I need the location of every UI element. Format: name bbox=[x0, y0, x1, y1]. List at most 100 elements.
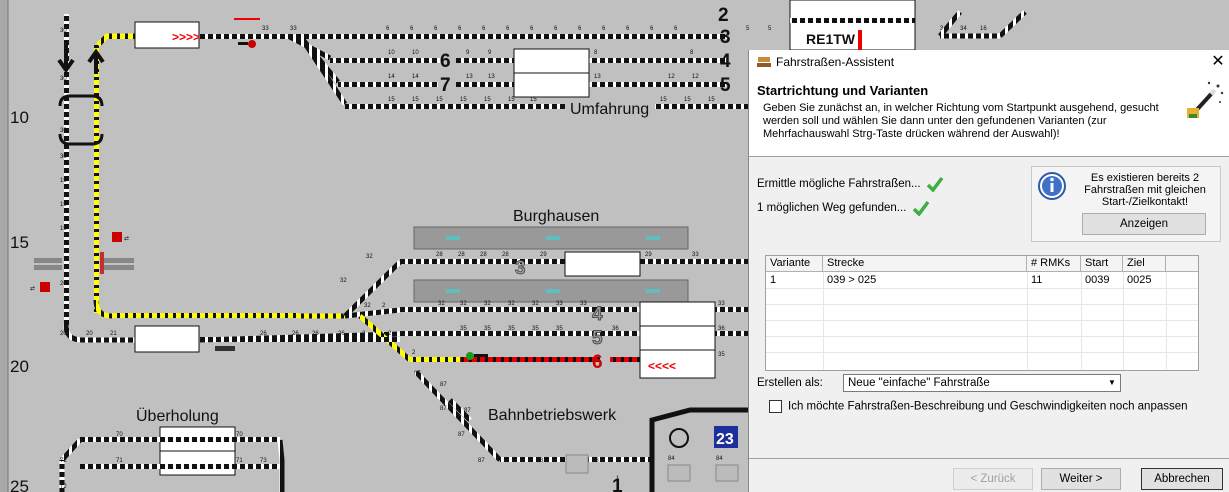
chevron-down-icon[interactable]: ▼ bbox=[1104, 375, 1120, 391]
svg-text:6: 6 bbox=[602, 26, 606, 32]
track-4-top bbox=[456, 58, 726, 63]
svg-text:26: 26 bbox=[260, 331, 267, 337]
column-header-rmks[interactable]: # RMKs bbox=[1027, 256, 1081, 271]
close-icon[interactable]: ✕ bbox=[1208, 52, 1228, 72]
svg-text:⇄: ⇄ bbox=[30, 285, 35, 292]
svg-text:15: 15 bbox=[684, 97, 691, 103]
column-header-variante[interactable]: Variante bbox=[766, 256, 823, 271]
svg-text:35: 35 bbox=[556, 326, 563, 332]
column-header-ziel[interactable]: Ziel bbox=[1123, 256, 1166, 271]
cell-rmks: 11 bbox=[1031, 274, 1043, 286]
track-number-2-top: 2 bbox=[718, 5, 729, 26]
svg-text:6: 6 bbox=[434, 26, 438, 32]
track-number-5-bh: 5 bbox=[592, 328, 603, 349]
badge-23-label: 23 bbox=[716, 431, 734, 448]
svg-text:87: 87 bbox=[440, 406, 447, 412]
back-button[interactable]: < Zurück bbox=[953, 468, 1033, 490]
customize-checkbox[interactable] bbox=[769, 400, 782, 413]
cell-strecke: 039 > 025 bbox=[827, 274, 877, 286]
info-icon bbox=[1038, 172, 1066, 200]
signal-green[interactable] bbox=[466, 352, 474, 360]
track-left-vertical-active bbox=[94, 45, 99, 313]
svg-text:33: 33 bbox=[556, 301, 563, 307]
magic-wand-icon bbox=[1187, 81, 1224, 118]
block-ueb-2[interactable] bbox=[159, 450, 236, 476]
svg-text:35: 35 bbox=[484, 326, 491, 332]
cell-variante: 1 bbox=[770, 274, 777, 286]
cell-ziel: 0025 bbox=[1127, 274, 1152, 286]
customize-checkbox-row[interactable]: Ich möchte Fahrstraßen-Beschreibung und … bbox=[769, 400, 1188, 413]
svg-text:70: 70 bbox=[116, 432, 123, 438]
block-row20[interactable] bbox=[134, 325, 200, 353]
create-as-value: Neue "einfache" Fahrstraße bbox=[848, 377, 990, 389]
svg-text:83: 83 bbox=[540, 458, 547, 464]
block-bh-1[interactable] bbox=[564, 251, 641, 277]
svg-text:34: 34 bbox=[960, 26, 967, 32]
signal-left-1[interactable] bbox=[112, 232, 122, 242]
svg-text:32: 32 bbox=[460, 301, 467, 307]
svg-text:6: 6 bbox=[458, 26, 462, 32]
svg-text:32: 32 bbox=[484, 301, 491, 307]
track-number-3-bh: 3 bbox=[515, 258, 526, 279]
cancel-button[interactable]: Abbrechen bbox=[1141, 468, 1223, 490]
block-bh-3[interactable] bbox=[639, 325, 716, 351]
track-3-top bbox=[288, 34, 728, 39]
svg-text:72: 72 bbox=[60, 458, 67, 464]
svg-text:72: 72 bbox=[60, 484, 67, 490]
svg-text:35: 35 bbox=[718, 352, 725, 358]
dialog-titlebar[interactable]: Fahrstraßen-Assistent ✕ bbox=[749, 50, 1229, 74]
svg-text:6: 6 bbox=[530, 26, 534, 32]
train-direction-left: <<<< bbox=[648, 359, 676, 373]
turntable-icon[interactable] bbox=[669, 428, 689, 448]
row-number-10: 10 bbox=[10, 108, 29, 127]
svg-text:28: 28 bbox=[502, 252, 509, 258]
cell-start: 0039 bbox=[1085, 274, 1110, 286]
svg-text:13: 13 bbox=[488, 74, 495, 80]
page-description: Geben Sie zunächst an, in welcher Richtu… bbox=[763, 102, 1159, 140]
svg-text:20: 20 bbox=[86, 331, 93, 337]
svg-text:14: 14 bbox=[388, 74, 395, 80]
svg-text:6: 6 bbox=[506, 26, 510, 32]
svg-text:87: 87 bbox=[464, 408, 471, 414]
block-bh-2[interactable] bbox=[639, 301, 716, 327]
dialog-title: Fahrstraßen-Assistent bbox=[776, 55, 895, 69]
app-icon bbox=[757, 57, 771, 67]
svg-text:20: 20 bbox=[60, 281, 67, 287]
track-number-5-top: 5 bbox=[720, 75, 731, 96]
svg-text:87: 87 bbox=[478, 458, 485, 464]
block-top-2[interactable] bbox=[513, 72, 590, 98]
svg-text:33: 33 bbox=[580, 301, 587, 307]
track-number-1-bottom: 1 bbox=[612, 476, 623, 492]
signal-top-red[interactable] bbox=[248, 40, 256, 48]
svg-text:19: 19 bbox=[60, 226, 67, 232]
svg-text:2: 2 bbox=[412, 350, 416, 356]
dialog-header: Startrichtung und Varianten Geben Sie zu… bbox=[749, 74, 1229, 157]
column-header-start[interactable]: Start bbox=[1081, 256, 1123, 271]
svg-text:28: 28 bbox=[436, 252, 443, 258]
block-top-1[interactable] bbox=[513, 48, 590, 74]
checkmark-icon bbox=[912, 200, 929, 216]
svg-text:71: 71 bbox=[236, 458, 243, 464]
footer-separator bbox=[749, 458, 1229, 459]
train-direction-right: >>>> bbox=[172, 30, 200, 44]
svg-text:15: 15 bbox=[436, 97, 443, 103]
svg-text:15: 15 bbox=[484, 97, 491, 103]
svg-text:16: 16 bbox=[980, 26, 987, 32]
create-as-select[interactable]: Neue "einfache" Fahrstraße ▼ bbox=[843, 374, 1121, 392]
next-button[interactable]: Weiter > bbox=[1041, 468, 1121, 490]
svg-text:6: 6 bbox=[482, 26, 486, 32]
svg-text:33: 33 bbox=[290, 26, 297, 32]
track-number-7: 7 bbox=[440, 75, 451, 96]
svg-text:28: 28 bbox=[480, 252, 487, 258]
svg-text:5: 5 bbox=[746, 26, 750, 32]
svg-text:32: 32 bbox=[508, 301, 515, 307]
svg-text:15: 15 bbox=[412, 97, 419, 103]
svg-text:6: 6 bbox=[386, 26, 390, 32]
show-button[interactable]: Anzeigen bbox=[1082, 213, 1206, 235]
status-line-1: Ermittle mögliche Fahrstraßen... bbox=[757, 176, 944, 192]
svg-text:32: 32 bbox=[438, 301, 445, 307]
column-header-strecke[interactable]: Strecke bbox=[823, 256, 1027, 271]
row-number-15: 15 bbox=[10, 233, 29, 252]
signal-left-2[interactable] bbox=[40, 282, 50, 292]
svg-text:9: 9 bbox=[466, 50, 470, 56]
